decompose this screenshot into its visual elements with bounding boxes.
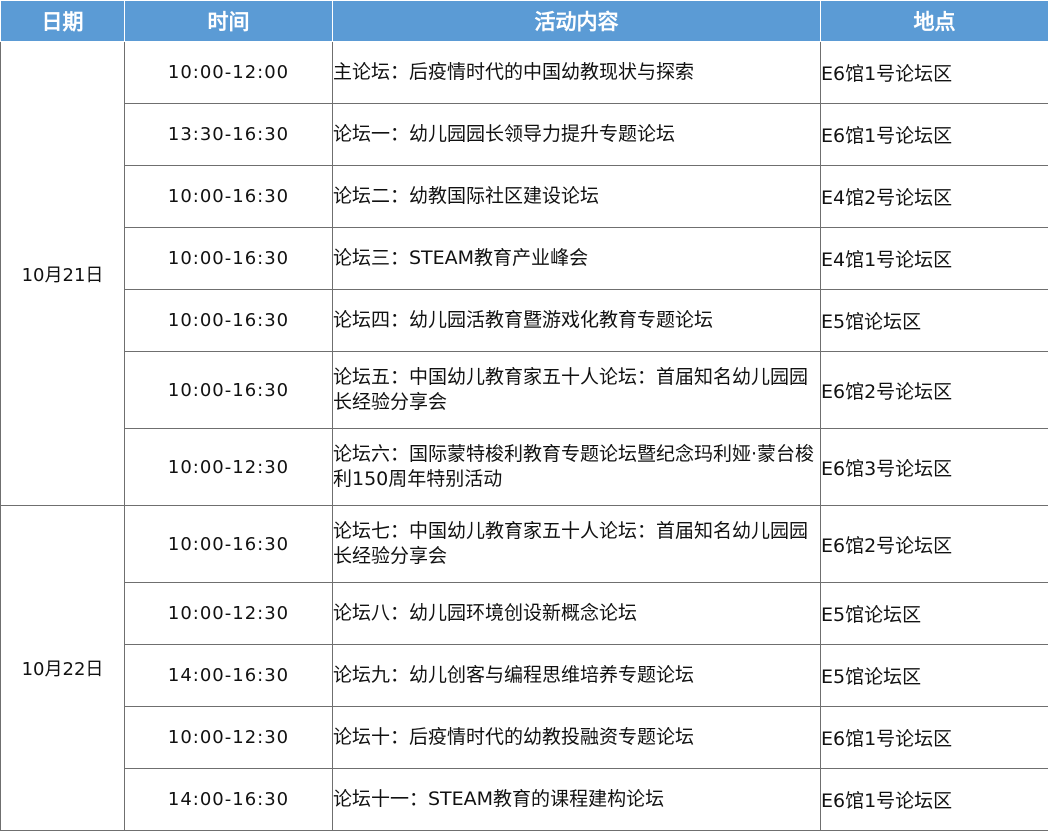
activity-cell: 论坛九：幼儿创客与编程思维培养专题论坛 bbox=[332, 644, 821, 707]
date-cell: 10月22日 bbox=[0, 505, 125, 831]
header-row: 日期 时间 活动内容 地点 bbox=[0, 0, 1048, 42]
table-row: 10:00-12:30 论坛十：后疫情时代的幼教投融资专题论坛 E6馆1号论坛区 bbox=[1, 706, 1048, 769]
header-date: 日期 bbox=[0, 0, 125, 42]
activity-cell: 论坛十一：STEAM教育的课程建构论坛 bbox=[332, 768, 821, 831]
activity-cell: 论坛四：幼儿园活教育暨游戏化教育专题论坛 bbox=[332, 289, 821, 352]
activity-cell: 论坛十：后疫情时代的幼教投融资专题论坛 bbox=[332, 706, 821, 769]
location-cell: E5馆论坛区 bbox=[820, 644, 1048, 707]
time-cell: 10:00-16:30 bbox=[124, 505, 333, 583]
table-row: 13:30-16:30 论坛一：幼儿园园长领导力提升专题论坛 E6馆1号论坛区 bbox=[1, 103, 1048, 166]
schedule-table: 日期 时间 活动内容 地点 10月21日 10:00-12:00 主论坛：后疫情… bbox=[0, 0, 1048, 831]
location-cell: E6馆3号论坛区 bbox=[820, 428, 1048, 506]
time-cell: 10:00-12:00 bbox=[124, 41, 333, 104]
time-cell: 10:00-12:30 bbox=[124, 582, 333, 645]
header-activity: 活动内容 bbox=[332, 0, 821, 42]
location-cell: E6馆2号论坛区 bbox=[820, 505, 1048, 583]
location-cell: E6馆2号论坛区 bbox=[820, 351, 1048, 429]
location-cell: E4馆1号论坛区 bbox=[820, 227, 1048, 290]
activity-cell: 论坛五：中国幼儿教育家五十人论坛：首届知名幼儿园园长经验分享会 bbox=[332, 351, 821, 429]
activity-cell: 论坛八：幼儿园环境创设新概念论坛 bbox=[332, 582, 821, 645]
location-cell: E5馆论坛区 bbox=[820, 582, 1048, 645]
time-cell: 10:00-16:30 bbox=[124, 165, 333, 228]
time-cell: 10:00-16:30 bbox=[124, 289, 333, 352]
activity-cell: 论坛三：STEAM教育产业峰会 bbox=[332, 227, 821, 290]
time-cell: 10:00-16:30 bbox=[124, 351, 333, 429]
date-cell: 10月21日 bbox=[0, 41, 125, 506]
location-cell: E6馆1号论坛区 bbox=[820, 706, 1048, 769]
activity-cell: 论坛六：国际蒙特梭利教育专题论坛暨纪念玛利娅·蒙台梭利150周年特别活动 bbox=[332, 428, 821, 506]
table-row: 10:00-12:30 论坛六：国际蒙特梭利教育专题论坛暨纪念玛利娅·蒙台梭利1… bbox=[1, 428, 1048, 506]
table-row: 14:00-16:30 论坛十一：STEAM教育的课程建构论坛 E6馆1号论坛区 bbox=[1, 768, 1048, 831]
location-cell: E6馆1号论坛区 bbox=[820, 768, 1048, 831]
activity-cell: 论坛七：中国幼儿教育家五十人论坛：首届知名幼儿园园长经验分享会 bbox=[332, 505, 821, 583]
time-cell: 10:00-12:30 bbox=[124, 706, 333, 769]
time-cell: 14:00-16:30 bbox=[124, 644, 333, 707]
location-cell: E5馆论坛区 bbox=[820, 289, 1048, 352]
activity-cell: 主论坛：后疫情时代的中国幼教现状与探索 bbox=[332, 41, 821, 104]
activity-cell: 论坛一：幼儿园园长领导力提升专题论坛 bbox=[332, 103, 821, 166]
header-time: 时间 bbox=[124, 0, 333, 42]
table-row: 10:00-16:30 论坛四：幼儿园活教育暨游戏化教育专题论坛 E5馆论坛区 bbox=[1, 289, 1048, 352]
table-row: 10:00-12:30 论坛八：幼儿园环境创设新概念论坛 E5馆论坛区 bbox=[1, 582, 1048, 645]
time-cell: 13:30-16:30 bbox=[124, 103, 333, 166]
time-cell: 10:00-16:30 bbox=[124, 227, 333, 290]
table-row: 10月22日 10:00-16:30 论坛七：中国幼儿教育家五十人论坛：首届知名… bbox=[0, 505, 1048, 831]
table-row: 10:00-16:30 论坛二：幼教国际社区建设论坛 E4馆2号论坛区 bbox=[1, 165, 1048, 228]
table-row: 10:00-16:30 论坛三：STEAM教育产业峰会 E4馆1号论坛区 bbox=[1, 227, 1048, 290]
table-row: 10:00-16:30 论坛五：中国幼儿教育家五十人论坛：首届知名幼儿园园长经验… bbox=[1, 351, 1048, 429]
table-row: 14:00-16:30 论坛九：幼儿创客与编程思维培养专题论坛 E5馆论坛区 bbox=[1, 644, 1048, 707]
location-cell: E6馆1号论坛区 bbox=[820, 103, 1048, 166]
table-row: 10月21日 10:00-12:00 主论坛：后疫情时代的中国幼教现状与探索 E… bbox=[0, 41, 1048, 506]
header-location: 地点 bbox=[820, 0, 1048, 42]
time-cell: 10:00-12:30 bbox=[124, 428, 333, 506]
activity-cell: 论坛二：幼教国际社区建设论坛 bbox=[332, 165, 821, 228]
location-cell: E4馆2号论坛区 bbox=[820, 165, 1048, 228]
time-cell: 14:00-16:30 bbox=[124, 768, 333, 831]
location-cell: E6馆1号论坛区 bbox=[820, 41, 1048, 104]
schedule-body: 10月21日 10:00-12:00 主论坛：后疫情时代的中国幼教现状与探索 E… bbox=[0, 41, 1048, 831]
